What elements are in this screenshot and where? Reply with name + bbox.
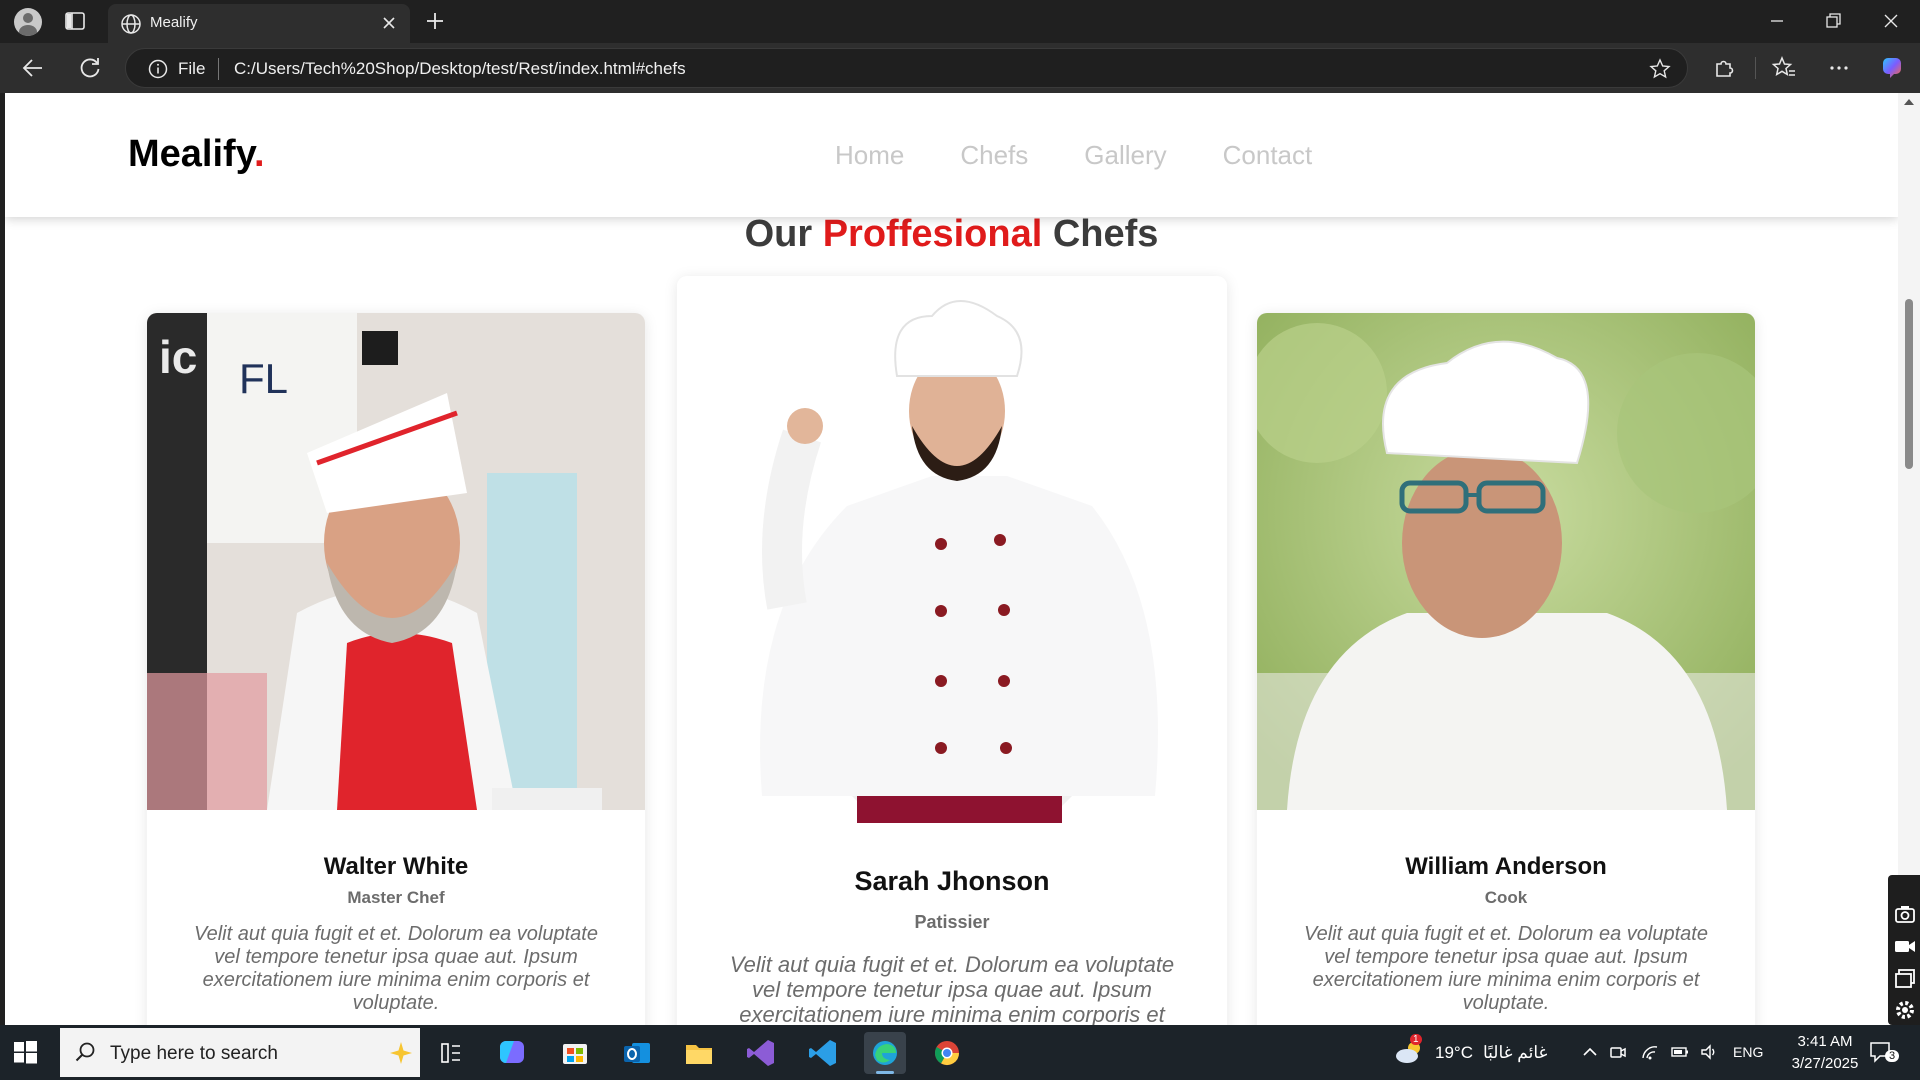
copilot-icon[interactable] <box>1880 55 1906 81</box>
section-title-accent: Proffesional <box>822 213 1043 255</box>
chef-card: William Anderson Cook Velit aut quia fug… <box>1257 313 1755 1025</box>
close-tab-icon[interactable] <box>380 14 398 32</box>
settings-gear-icon[interactable] <box>1894 999 1916 1021</box>
vscode-icon[interactable] <box>802 1032 844 1074</box>
address-bar[interactable]: File C:/Users/Tech%20Shop/Desktop/test/R… <box>125 48 1688 88</box>
logo-dot: . <box>254 133 265 175</box>
notification-count-badge: 3 <box>1885 1050 1900 1062</box>
chef-role: Patissier <box>914 912 990 932</box>
site-logo[interactable]: Mealify. <box>128 133 265 176</box>
main-nav: Home Chefs Gallery Contact <box>835 140 1312 171</box>
browser-toolbar: File C:/Users/Tech%20Shop/Desktop/test/R… <box>0 43 1920 93</box>
section-title-prefix: Our <box>744 213 813 255</box>
network-icon[interactable] <box>1640 1042 1660 1062</box>
svg-text:FL: FL <box>239 355 288 402</box>
weather-temperature[interactable]: 19°C <box>1435 1043 1473 1063</box>
restore-icon[interactable] <box>1818 8 1848 34</box>
chef-role: Master Chef <box>347 888 445 907</box>
back-arrow-icon[interactable] <box>20 55 46 81</box>
chef-description: Velit aut quia fugit et et. Dolorum ea v… <box>1304 923 1708 1014</box>
taskbar-search-box[interactable]: Type here to search <box>60 1028 420 1077</box>
active-app-indicator <box>876 1071 894 1074</box>
nav-link-contact[interactable]: Contact <box>1223 140 1313 171</box>
extensions-icon[interactable] <box>1711 55 1737 81</box>
vertical-tabs-icon[interactable] <box>64 10 86 32</box>
chef-name: Sarah Jhonson <box>854 866 1050 896</box>
new-tab-icon[interactable] <box>424 10 446 32</box>
chef-photo: ic FL <box>147 313 645 810</box>
browser-tab-bar: Mealify <box>0 0 1920 43</box>
windows-start-icon[interactable] <box>12 1039 38 1065</box>
file-explorer-icon[interactable] <box>678 1032 720 1074</box>
site-info-icon[interactable] <box>148 59 168 79</box>
favorites-icon[interactable] <box>1771 55 1797 81</box>
camera-icon[interactable] <box>1894 903 1916 925</box>
chef-photo <box>1257 313 1755 810</box>
edge-icon <box>873 1041 897 1065</box>
address-scheme-label: File <box>178 59 206 78</box>
refresh-icon[interactable] <box>77 55 103 81</box>
task-view-icon[interactable] <box>430 1032 472 1074</box>
logo-text: Mealify <box>128 133 255 175</box>
page-viewport: Mealify. Home Chefs Gallery Contact Our … <box>5 93 1898 1025</box>
meet-now-icon[interactable] <box>1608 1042 1628 1062</box>
copilot-app-icon[interactable] <box>492 1032 534 1074</box>
toolbar-separator <box>1755 57 1756 79</box>
volume-icon[interactable] <box>1699 1042 1719 1062</box>
clock-date[interactable]: 3/27/2025 <box>1775 1055 1875 1072</box>
gallery-icon[interactable] <box>1894 967 1916 989</box>
clock-time[interactable]: 3:41 AM <box>1785 1033 1865 1050</box>
scroll-up-arrow-icon[interactable] <box>1904 99 1914 105</box>
tab-mealify[interactable]: Mealify <box>108 4 410 43</box>
chrome-icon[interactable] <box>926 1032 968 1074</box>
weather-badge: 1 <box>1410 1034 1422 1045</box>
sparkle-icon <box>390 1042 412 1064</box>
search-placeholder: Type here to search <box>110 1043 278 1064</box>
address-url[interactable]: C:/Users/Tech%20Shop/Desktop/test/Rest/i… <box>234 59 686 79</box>
chef-description: Velit aut quia fugit et et. Dolorum ea v… <box>729 952 1175 1025</box>
battery-icon[interactable] <box>1670 1042 1690 1062</box>
address-separator <box>218 58 219 80</box>
svg-text:ic: ic <box>159 331 197 383</box>
chef-role: Cook <box>1484 888 1528 907</box>
visual-studio-icon[interactable] <box>740 1032 782 1074</box>
profile-avatar-icon[interactable] <box>14 8 42 36</box>
input-language[interactable]: ENG <box>1733 1044 1763 1060</box>
minimize-icon[interactable] <box>1762 8 1792 34</box>
chef-photo <box>677 276 1227 823</box>
nav-link-home[interactable]: Home <box>835 140 904 171</box>
windows-taskbar: Type here to search 1 19°C غائم غالبًا E… <box>0 1025 1920 1080</box>
search-icon <box>75 1042 95 1062</box>
site-header: Mealify. Home Chefs Gallery Contact <box>5 93 1898 217</box>
video-camera-icon[interactable] <box>1894 935 1916 957</box>
close-window-icon[interactable] <box>1876 8 1906 34</box>
chef-card: ic FL Walter White Master Chef Velit aut… <box>147 313 645 1025</box>
outlook-icon[interactable] <box>616 1032 658 1074</box>
more-options-icon[interactable] <box>1826 55 1852 81</box>
chevron-up-icon[interactable] <box>1580 1042 1600 1062</box>
nav-link-chefs[interactable]: Chefs <box>960 140 1028 171</box>
chef-name: William Anderson <box>1405 853 1607 880</box>
section-title: Our Proffesional Chefs <box>5 213 1898 256</box>
weather-description[interactable]: غائم غالبًا <box>1483 1043 1547 1063</box>
section-title-suffix: Chefs <box>1052 213 1159 255</box>
nav-link-gallery[interactable]: Gallery <box>1084 140 1166 171</box>
favorite-star-icon[interactable] <box>1649 58 1671 80</box>
floating-capture-toolbar <box>1888 875 1920 1025</box>
chef-description: Velit aut quia fugit et et. Dolorum ea v… <box>194 923 598 1014</box>
scrollbar-thumb[interactable] <box>1905 299 1913 469</box>
globe-icon <box>121 14 141 34</box>
chef-name: Walter White <box>323 853 469 880</box>
microsoft-store-icon[interactable] <box>554 1032 596 1074</box>
edge-browser-taskbar-button[interactable] <box>864 1032 906 1074</box>
tab-title: Mealify <box>150 14 198 31</box>
chef-card: Sarah Jhonson Patissier Velit aut quia f… <box>677 276 1227 1025</box>
